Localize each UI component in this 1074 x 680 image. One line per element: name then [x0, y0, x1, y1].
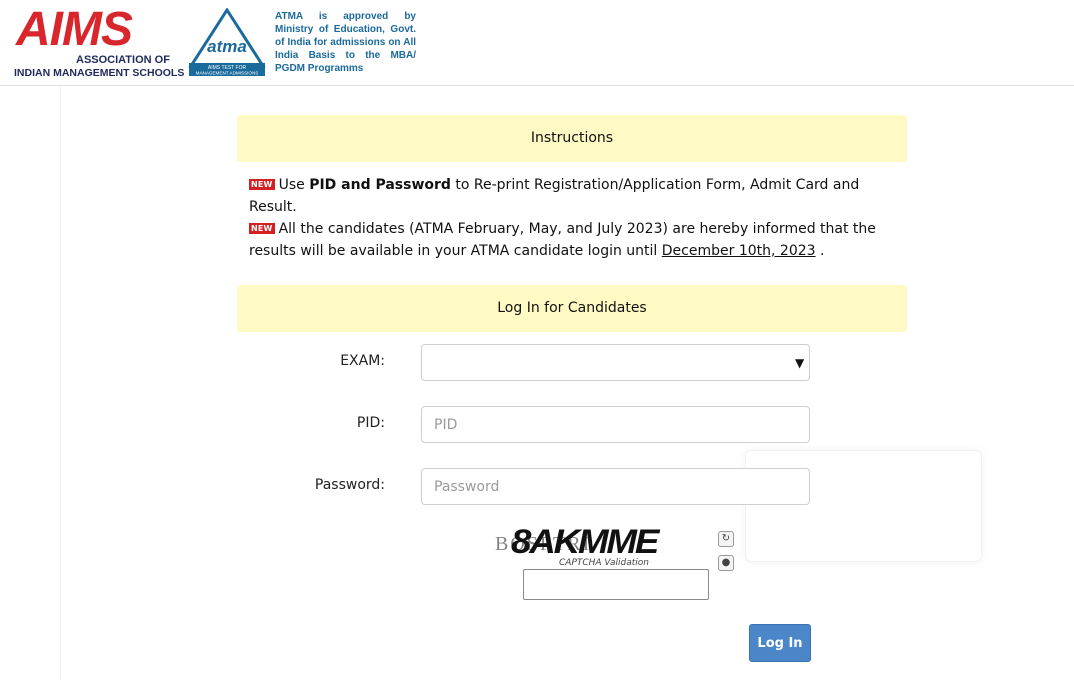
instruction-1-bold: PID and Password — [309, 177, 451, 193]
instruction-line-2: NEW All the candidates (ATMA February, Ma… — [249, 218, 899, 262]
captcha-input[interactable] — [523, 569, 709, 600]
captcha-text: 8AKMME — [511, 523, 659, 561]
login-button[interactable]: Log In — [749, 624, 811, 662]
atma-logo-caption-2: MANAGEMENT ADMISSIONS — [196, 71, 259, 76]
login-title: Log In for Candidates — [237, 285, 907, 332]
captcha-image: BQSFTRI 8AKMME CAPTCHA Validation — [495, 523, 710, 571]
exam-label: EXAM: — [340, 353, 385, 369]
atma-logo-word: atma — [207, 37, 247, 56]
aims-logo-sub2: INDIAN MANAGEMENT SCHOOLS — [14, 67, 185, 79]
password-input[interactable] — [421, 468, 810, 505]
aims-logo[interactable]: AIMS ASSOCIATION OF INDIAN MANAGEMENT SC… — [14, 3, 185, 80]
new-badge: NEW — [249, 179, 275, 190]
aims-logo-word: AIMS — [16, 3, 133, 56]
atma-logo[interactable]: atma AIMS TEST FOR MANAGEMENT ADMISSIONS — [187, 8, 267, 76]
site-header: AIMS ASSOCIATION OF INDIAN MANAGEMENT SC… — [0, 0, 1074, 86]
instructions-title: Instructions — [237, 115, 907, 162]
pid-input[interactable] — [421, 406, 810, 443]
approval-text: ATMA is approved by Ministry of Educatio… — [275, 11, 416, 74]
instruction-1-pre: Use — [278, 177, 310, 193]
instructions-body: NEW Use PID and Password to Re-print Regi… — [249, 174, 899, 262]
background-divider — [60, 0, 61, 680]
password-label: Password: — [314, 477, 385, 493]
pid-label: PID: — [356, 415, 385, 431]
refresh-icon[interactable]: ↻ — [718, 531, 734, 547]
instruction-2-date: December 10th, 2023 — [661, 243, 816, 259]
aims-logo-sub1: ASSOCIATION OF — [76, 54, 170, 66]
audio-icon[interactable]: ● — [718, 555, 734, 571]
background-card — [745, 450, 982, 562]
instruction-2-post: . — [815, 243, 825, 259]
captcha-caption: CAPTCHA Validation — [559, 558, 649, 568]
new-badge: NEW — [249, 223, 275, 234]
exam-select[interactable] — [421, 344, 810, 381]
instruction-line-1: NEW Use PID and Password to Re-print Regi… — [249, 174, 899, 218]
